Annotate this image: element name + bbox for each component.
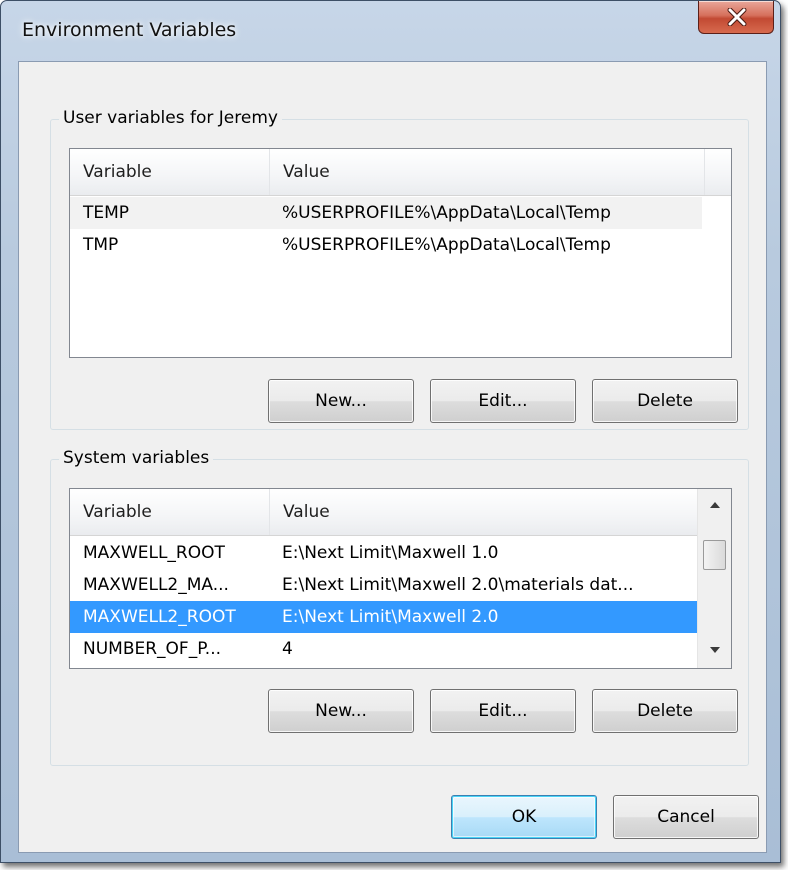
column-header-variable[interactable]: Variable [70,489,270,535]
dialog-client-area: User variables for Jeremy Variable Value… [18,61,767,853]
list-item[interactable]: MAXWELL2_MA... E:\Next Limit\Maxwell 2.0… [70,569,698,601]
ok-button[interactable]: OK [451,795,597,839]
variable-value: %USERPROFILE%\AppData\Local\Temp [282,235,611,255]
environment-variables-window: Environment Variables User variables for… [0,0,781,863]
variable-name: TMP [83,235,119,255]
list-item[interactable]: NUMBER_OF_P... 4 [70,633,698,665]
variable-value: E:\Next Limit\Maxwell 2.0 [282,607,499,627]
vertical-scrollbar[interactable] [697,489,731,668]
scroll-up-button[interactable] [698,489,731,523]
close-icon [727,8,747,26]
user-variables-legend: User variables for Jeremy [59,108,282,128]
variable-value: %USERPROFILE%\AppData\Local\Temp [282,203,611,223]
list-item[interactable]: TEMP %USERPROFILE%\AppData\Local\Temp [70,197,702,229]
variable-name: NUMBER_OF_P... [83,639,222,659]
user-variables-list[interactable]: Variable Value TEMP %USERPROFILE%\AppDat… [69,148,732,358]
scroll-down-button[interactable] [698,634,731,668]
column-header-value[interactable]: Value [270,489,699,535]
list-header: Variable Value [70,489,731,536]
variable-value: 4 [282,639,293,659]
scroll-thumb[interactable] [703,540,726,570]
user-edit-button[interactable]: Edit... [430,379,576,423]
variable-value: E:\Next Limit\Maxwell 2.0\materials dat.… [282,575,634,595]
variable-name: MAXWELL2_ROOT [83,607,236,627]
system-edit-button[interactable]: Edit... [430,689,576,733]
variable-name: TEMP [83,203,130,223]
cancel-button[interactable]: Cancel [613,795,759,839]
user-new-button[interactable]: New... [268,379,414,423]
list-item[interactable]: MAXWELL_ROOT E:\Next Limit\Maxwell 1.0 [70,537,698,569]
user-variables-group: User variables for Jeremy Variable Value… [50,108,749,430]
title-bar[interactable]: Environment Variables [1,1,780,61]
system-variables-legend: System variables [59,448,214,468]
arrow-down-icon [710,647,720,653]
list-header: Variable Value [70,149,731,196]
column-header-variable[interactable]: Variable [70,149,270,195]
system-variables-group: System variables Variable Value MAXWELL_… [50,448,749,766]
window-title: Environment Variables [22,19,237,41]
variable-name: MAXWELL_ROOT [83,543,225,563]
arrow-up-icon [710,502,720,508]
system-delete-button[interactable]: Delete [592,689,738,733]
list-item-selected[interactable]: MAXWELL2_ROOT E:\Next Limit\Maxwell 2.0 [70,601,698,633]
variable-name: MAXWELL2_MA... [83,575,229,595]
variable-value: E:\Next Limit\Maxwell 1.0 [282,543,499,563]
list-item[interactable]: TMP %USERPROFILE%\AppData\Local\Temp [70,229,702,261]
system-variables-list[interactable]: Variable Value MAXWELL_ROOT E:\Next Limi… [69,488,732,669]
system-new-button[interactable]: New... [268,689,414,733]
close-button[interactable] [698,1,774,34]
user-delete-button[interactable]: Delete [592,379,738,423]
column-header-value[interactable]: Value [270,149,705,195]
